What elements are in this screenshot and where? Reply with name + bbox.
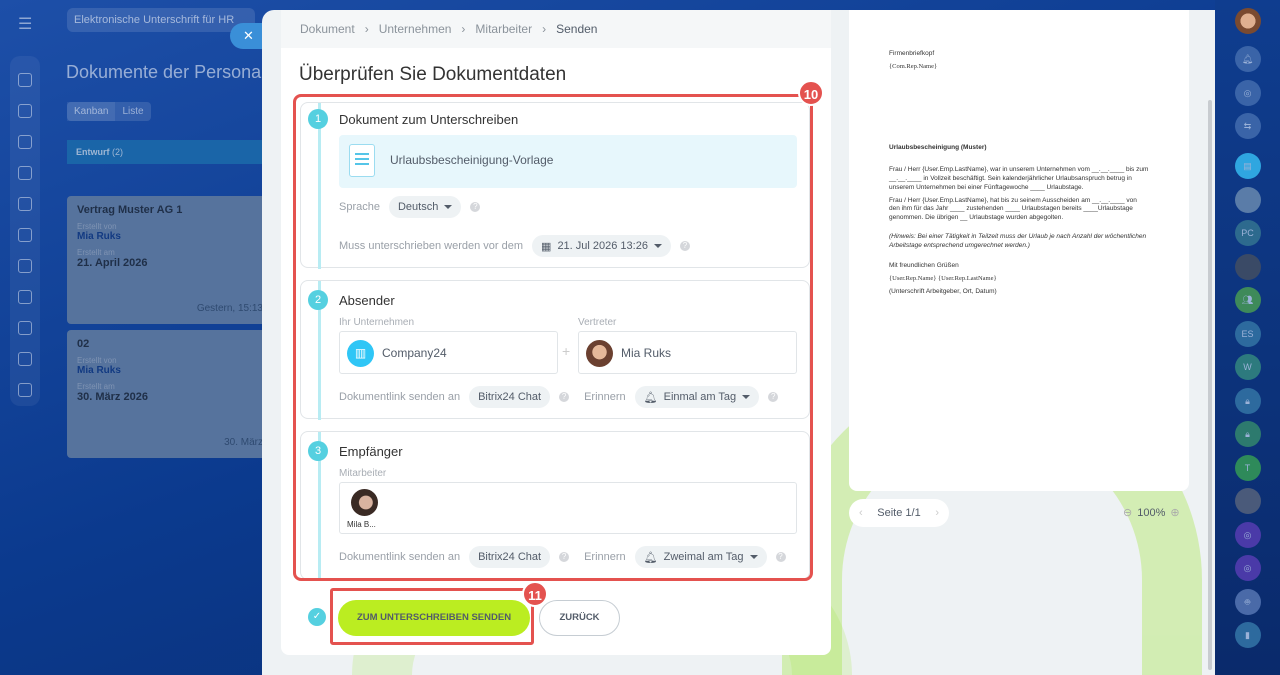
right-sidebar: 🔔︎ ◎ ⇆ ▤ PC 👥︎ ES W 🔒︎ 🔒︎ T ◎ ◎ 🤖︎ ▮ bbox=[1215, 0, 1280, 675]
crumb-mitarbeiter[interactable]: Mitarbeiter bbox=[475, 22, 532, 36]
timestamp: Gestern, 15:13 bbox=[196, 303, 263, 314]
chat-avatar[interactable]: T bbox=[1234, 454, 1261, 481]
tab-kanban[interactable]: Kanban bbox=[67, 102, 116, 121]
check-icon: ✓ bbox=[308, 608, 326, 626]
copilot-icon[interactable]: ◎ bbox=[1234, 521, 1261, 548]
pagination: ‹ Seite 1/1 › bbox=[849, 499, 949, 527]
preview-heading: Urlaubsbescheinigung (Muster) bbox=[889, 143, 987, 151]
preview-text: (Unterschrift Arbeitgeber, Ort, Datum) bbox=[889, 287, 997, 295]
next-page-icon[interactable]: › bbox=[935, 507, 939, 519]
chat-avatar[interactable]: PC bbox=[1234, 220, 1261, 246]
preview-text: Mit freundlichen Grüßen bbox=[889, 262, 959, 270]
label: Erstellt von bbox=[77, 222, 117, 231]
document-preview: Firmenbriefkopf {Com.Rep.Name} Urlaubsbe… bbox=[849, 10, 1189, 491]
annotation-badge: 10 bbox=[798, 80, 824, 106]
kanban-column-header: Entwurf (2) bbox=[67, 140, 267, 164]
menu-icon[interactable]: ☰ bbox=[18, 14, 32, 34]
label: Erstellt von bbox=[77, 356, 117, 365]
group-icon[interactable]: 👥︎ bbox=[1234, 287, 1261, 313]
scrollbar[interactable] bbox=[1208, 100, 1212, 670]
crumb-senden: Senden bbox=[556, 22, 598, 36]
tab-liste[interactable]: Liste bbox=[115, 102, 150, 121]
zoom-level: 100% bbox=[1137, 506, 1166, 519]
back-button[interactable]: ZURÜCK bbox=[539, 600, 620, 636]
card-title: 02 bbox=[77, 338, 90, 350]
bot-icon[interactable]: 🤖︎ bbox=[1234, 588, 1261, 615]
kanban-card[interactable]: 02 Erstellt von Mia Ruks Erstellt am 30.… bbox=[67, 330, 267, 458]
slider-panel: Dokument › Unternehmen › Mitarbeiter › Send… bbox=[262, 10, 1215, 675]
search-input[interactable]: Elektronische Unterschrift für HR bbox=[67, 8, 255, 32]
bookmark-icon[interactable]: ▮ bbox=[1234, 622, 1261, 648]
zoom-out-icon[interactable]: ⊖ bbox=[1123, 506, 1132, 519]
group-avatar[interactable] bbox=[1234, 488, 1261, 514]
preview-text: Frau / Herr {User.Emp.LastName}, war in … bbox=[889, 166, 1149, 191]
left-nav bbox=[10, 56, 40, 406]
timestamp: 30. März bbox=[224, 437, 263, 448]
preview-text: Firmenbriefkopf bbox=[889, 50, 935, 57]
bell-icon[interactable]: 🔔︎ bbox=[1234, 46, 1261, 72]
preview-text: {Com.Rep.Name} bbox=[889, 62, 938, 70]
user-avatar[interactable] bbox=[1234, 8, 1261, 34]
author-link[interactable]: Mia Ruks bbox=[77, 231, 257, 242]
chat-avatar[interactable]: ▤ bbox=[1234, 153, 1261, 179]
preview-text: {User.Rep.Name} {User.Rep.LastName} bbox=[889, 275, 997, 283]
zoom-in-icon[interactable]: ⊕ bbox=[1170, 506, 1179, 519]
crumb-unternehmen[interactable]: Unternehmen bbox=[379, 22, 452, 36]
card-title: Vertrag Muster AG 1 bbox=[77, 204, 183, 216]
lock-icon[interactable]: 🔒︎ bbox=[1234, 421, 1261, 447]
review-card: Dokument › Unternehmen › Mitarbeiter › Send… bbox=[281, 10, 831, 655]
preview-text: (Hinweis: Bei einer Tätigkeit in Teilzei… bbox=[889, 232, 1147, 249]
prev-page-icon[interactable]: ‹ bbox=[859, 507, 863, 519]
copilot-icon[interactable]: ◎ bbox=[1234, 555, 1261, 581]
chat-avatar[interactable] bbox=[1234, 186, 1261, 213]
chat-avatar[interactable] bbox=[1234, 253, 1261, 280]
lock-icon[interactable]: 🔒︎ bbox=[1234, 387, 1261, 414]
label: Erstellt am bbox=[77, 382, 115, 391]
kanban-card[interactable]: Vertrag Muster AG 1 Erstellt von Mia Ruk… bbox=[67, 196, 267, 324]
chat-icon[interactable]: ⇆ bbox=[1234, 113, 1261, 139]
date: 30. März 2026 bbox=[77, 391, 148, 403]
label: Erstellt am bbox=[77, 248, 115, 257]
date: 21. April 2026 bbox=[77, 257, 148, 269]
background-app: ☰ Elektronische Unterschrift für HR Doku… bbox=[0, 0, 338, 675]
send-for-signature-button[interactable]: ZUM UNTERSCHREIBEN SENDEN bbox=[338, 600, 530, 636]
preview-text: Frau / Herr {User.Emp.LastName}, hat bis… bbox=[889, 196, 1137, 222]
copilot-icon[interactable]: ◎ bbox=[1234, 79, 1261, 106]
annotation-badge: 11 bbox=[522, 581, 548, 607]
page-title: Überprüfen Sie Dokumentdaten bbox=[299, 64, 567, 85]
highlight-box bbox=[293, 94, 813, 581]
chat-avatar[interactable]: W bbox=[1234, 354, 1261, 380]
page-indicator: Seite 1/1 bbox=[877, 507, 921, 519]
breadcrumb: Dokument › Unternehmen › Mitarbeiter › Send… bbox=[281, 10, 831, 48]
author-link[interactable]: Mia Ruks bbox=[77, 365, 257, 376]
crumb-dokument[interactable]: Dokument bbox=[300, 22, 355, 36]
chat-avatar[interactable]: ES bbox=[1234, 320, 1261, 347]
